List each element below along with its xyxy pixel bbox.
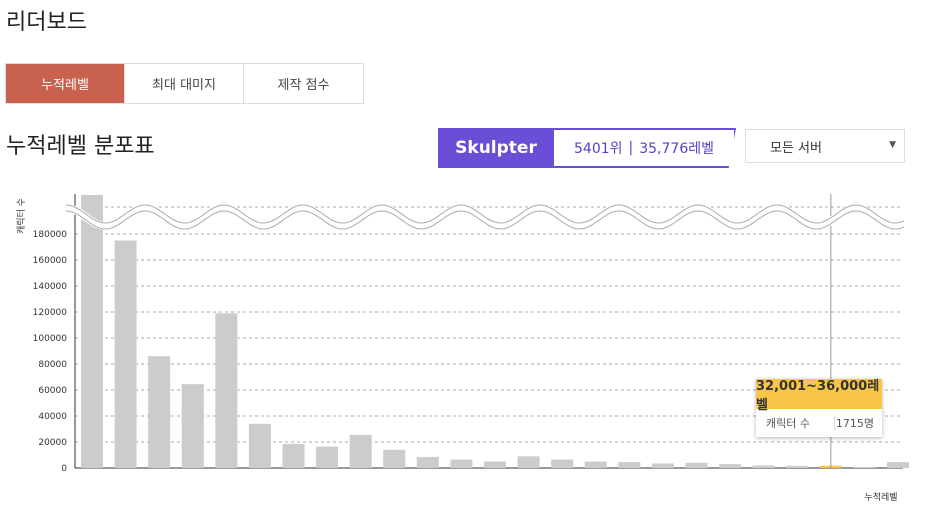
page-title: 리더보드	[6, 10, 87, 35]
user-badge: Skulpter 5401위 | 35,776레벨	[438, 128, 736, 168]
user-name: Skulpter	[438, 128, 554, 168]
y-tick-label: 0	[61, 464, 67, 474]
y-tick-label: 80000	[38, 360, 67, 370]
chart-tooltip: 32,001~36,000레벨 캐릭터 수 1715명	[756, 379, 882, 437]
tab-crafting-score[interactable]: 제작 점수	[244, 64, 363, 103]
bar	[181, 384, 204, 468]
tooltip-label: 캐릭터 수	[756, 415, 835, 431]
bar	[248, 423, 271, 468]
user-rank: 5401위	[574, 141, 623, 157]
y-tick-label: 20000	[38, 438, 67, 448]
user-rank-info: 5401위 | 35,776레벨	[554, 128, 736, 168]
rank-divider: |	[628, 140, 634, 156]
y-tick-label: 60000	[38, 386, 67, 396]
bar	[416, 456, 439, 468]
y-tick-label: 140000	[33, 282, 68, 292]
bar	[752, 465, 775, 468]
bar	[887, 462, 909, 468]
bar	[450, 459, 473, 468]
y-axis-label: 캐릭터 수	[15, 198, 27, 234]
server-select-value: 모든 서버	[770, 140, 822, 156]
tab-bar: 누적레벨 최대 대미지 제작 점수	[5, 63, 364, 104]
user-level: 35,776레벨	[639, 141, 714, 157]
y-tick-label: 100000	[33, 334, 68, 344]
bar	[349, 434, 372, 468]
dropdown-arrow-icon: ▼	[889, 140, 896, 150]
tooltip-value: 1715명	[835, 417, 874, 430]
bar	[517, 456, 540, 468]
bar	[316, 446, 339, 468]
tab-max-damage[interactable]: 최대 대미지	[125, 64, 244, 103]
bar	[551, 459, 574, 468]
level-distribution-chart: 0 20000 40000 60000 80000 100000 120000 140000 1…	[15, 194, 909, 503]
bar	[114, 240, 137, 468]
bar	[584, 461, 607, 468]
bar	[651, 463, 674, 468]
bar	[383, 449, 406, 468]
bar	[719, 464, 742, 468]
y-tick-label: 160000	[33, 256, 68, 266]
bar	[618, 462, 641, 468]
section-title: 누적레벨 분포표	[6, 134, 155, 159]
bar	[484, 461, 506, 468]
y-tick-label: 180000	[33, 230, 68, 240]
bar	[148, 356, 171, 468]
tooltip-range: 32,001~36,000레벨	[756, 379, 882, 413]
bar	[81, 195, 103, 468]
tooltip-row: 캐릭터 수 1715명	[756, 409, 882, 437]
bar	[685, 462, 708, 468]
y-tick-label: 40000	[38, 412, 67, 422]
x-axis-label: 누적레벨	[864, 491, 897, 503]
bar	[282, 443, 305, 468]
bar	[786, 465, 809, 468]
bar	[853, 467, 876, 468]
tab-cumulative-level[interactable]: 누적레벨	[6, 64, 125, 103]
server-select[interactable]: 모든 서버 ▼	[745, 129, 905, 163]
y-tick-label: 120000	[33, 308, 68, 318]
bar	[215, 313, 238, 468]
